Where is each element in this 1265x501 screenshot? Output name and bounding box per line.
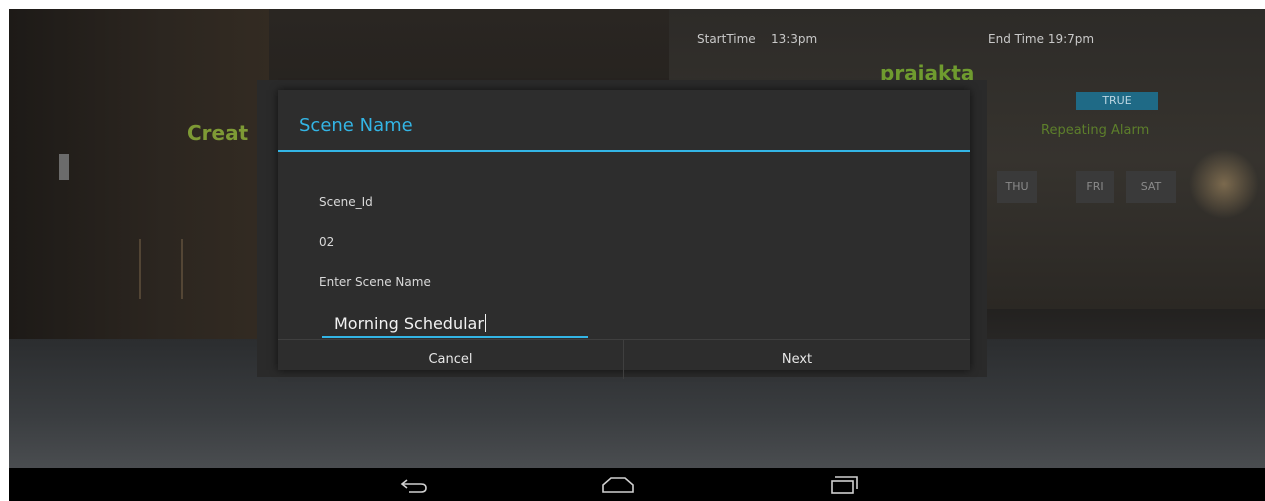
true-badge[interactable]: TRUE (1076, 92, 1158, 110)
wall-switch (59, 154, 69, 180)
scene-name-dialog: Scene Name Scene_Id 02 Enter Scene Name … (278, 90, 970, 379)
day-button-sat[interactable]: SAT (1126, 171, 1176, 203)
navigation-bar (9, 468, 1265, 501)
title-divider (278, 150, 970, 152)
background-chair (139, 239, 183, 299)
day-button-thu[interactable]: THU (997, 171, 1037, 203)
background-lamp (1189, 149, 1259, 219)
end-time-label: End Time 19:7pm (988, 32, 1095, 46)
home-button[interactable] (593, 468, 643, 501)
back-icon (400, 478, 427, 493)
recent-apps-icon (831, 475, 858, 494)
scene-id-label: Scene_Id (319, 195, 373, 209)
enter-scene-name-label: Enter Scene Name (319, 275, 431, 289)
scene-name-input[interactable]: Morning Schedular (322, 312, 588, 338)
day-button-fri[interactable]: FRI (1076, 171, 1114, 203)
start-time-label: StartTime 13:3pm (697, 32, 818, 46)
repeating-alarm-label: Repeating Alarm (1041, 123, 1150, 138)
next-button[interactable]: Next (624, 340, 970, 380)
scene-id-value: 02 (319, 235, 335, 249)
create-label: Creat (187, 121, 249, 145)
recent-apps-button[interactable] (820, 468, 870, 501)
text-cursor (484, 314, 486, 332)
back-button[interactable] (389, 468, 439, 501)
dialog-title: Scene Name (299, 115, 413, 136)
app-screen: StartTime 13:3pm End Time 19:7pm prajakt… (9, 9, 1265, 468)
home-icon (602, 476, 634, 493)
cancel-button[interactable]: Cancel (278, 340, 623, 380)
